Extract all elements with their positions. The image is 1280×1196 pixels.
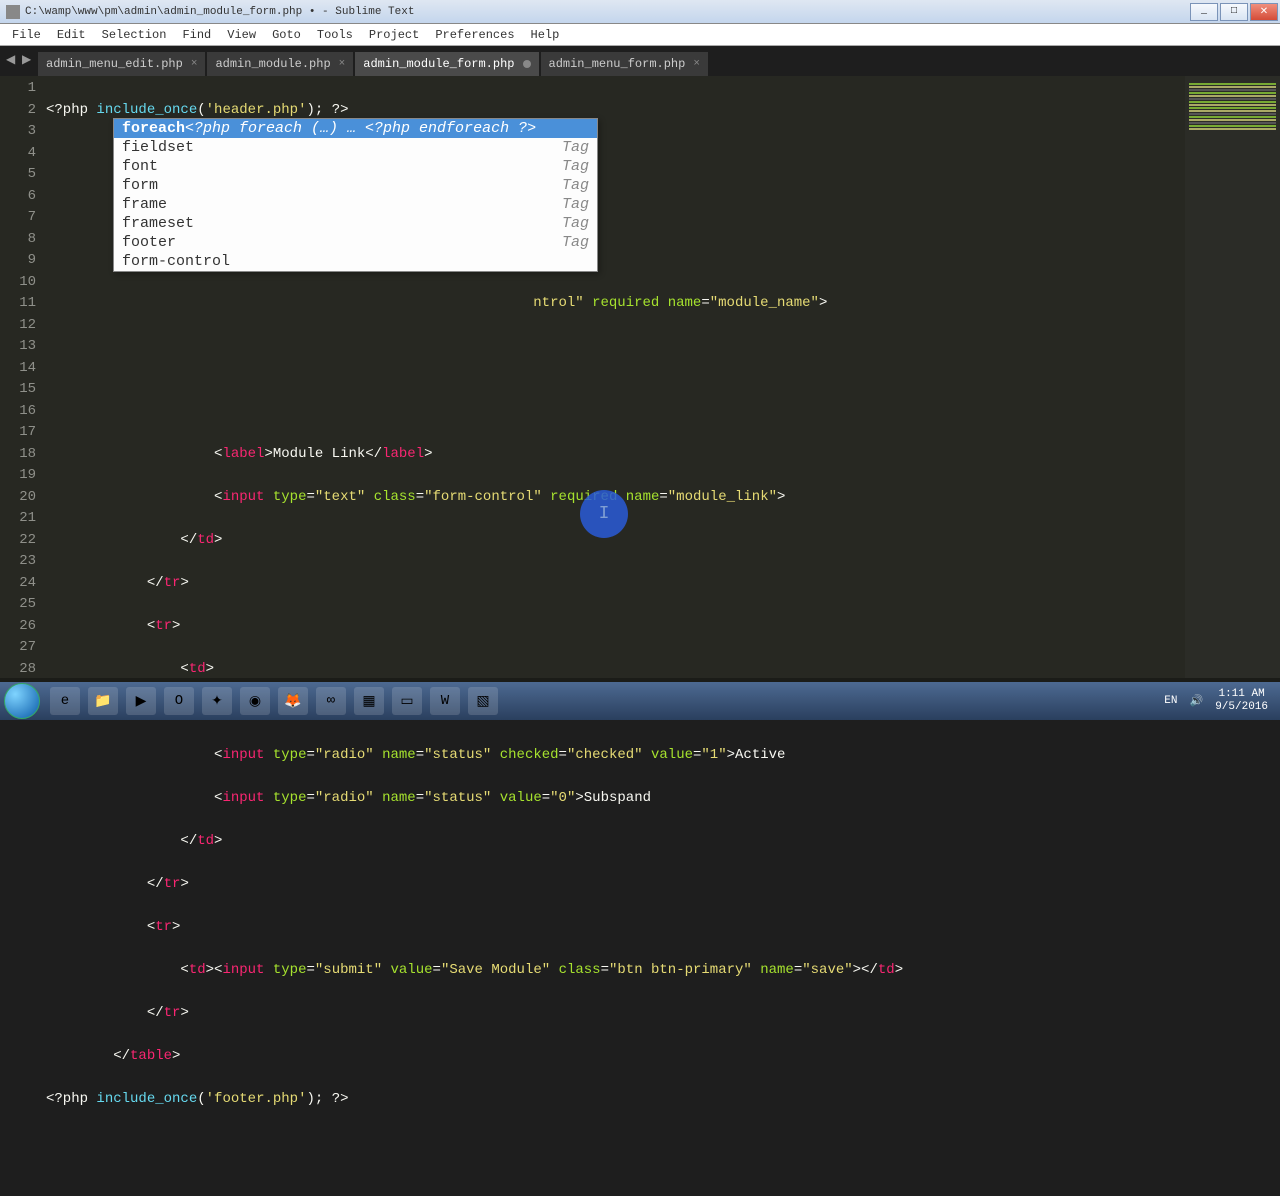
autocomplete-item[interactable]: form-control bbox=[114, 252, 597, 271]
tray-network-icon[interactable]: 🔊 bbox=[1189, 694, 1203, 708]
maximize-button[interactable]: □ bbox=[1220, 3, 1248, 21]
tab-0[interactable]: admin_menu_edit.php× bbox=[38, 52, 205, 76]
window-title: C:\wamp\www\pm\admin\admin_module_form.p… bbox=[25, 6, 414, 18]
taskbar-explorer-icon[interactable]: 📁 bbox=[88, 687, 118, 715]
taskbar: e 📁 ▶ O ✦ ◉ 🦊 ∞ ▦ ▭ W ▧ EN 🔊 1:11 AM9/5/… bbox=[0, 682, 1280, 720]
taskbar-sublime-icon[interactable]: ▧ bbox=[468, 687, 498, 715]
menu-edit[interactable]: Edit bbox=[49, 26, 94, 44]
autocomplete-popup[interactable]: foreach<?php foreach (…) … <?php endfore… bbox=[113, 118, 598, 272]
tab-1[interactable]: admin_module.php× bbox=[207, 52, 353, 76]
tray-clock[interactable]: 1:11 AM9/5/2016 bbox=[1215, 688, 1268, 714]
menu-tools[interactable]: Tools bbox=[309, 26, 361, 44]
taskbar-firefox-icon[interactable]: 🦊 bbox=[278, 687, 308, 715]
taskbar-ie-icon[interactable]: e bbox=[50, 687, 80, 715]
menu-view[interactable]: View bbox=[219, 26, 264, 44]
taskbar-app-icon[interactable]: ✦ bbox=[202, 687, 232, 715]
tab-close-icon[interactable]: × bbox=[693, 58, 700, 70]
autocomplete-item[interactable]: frameTag bbox=[114, 195, 597, 214]
menu-find[interactable]: Find bbox=[174, 26, 219, 44]
taskbar-app2-icon[interactable]: ▦ bbox=[354, 687, 384, 715]
minimize-button[interactable]: _ bbox=[1190, 3, 1218, 21]
taskbar-chrome-icon[interactable]: ◉ bbox=[240, 687, 270, 715]
taskbar-notepad-icon[interactable]: ▭ bbox=[392, 687, 422, 715]
menu-file[interactable]: File bbox=[4, 26, 49, 44]
tab-close-icon[interactable]: × bbox=[339, 58, 346, 70]
menu-project[interactable]: Project bbox=[361, 26, 427, 44]
tab-3[interactable]: admin_menu_form.php× bbox=[541, 52, 708, 76]
autocomplete-item[interactable]: fontTag bbox=[114, 157, 597, 176]
taskbar-opera-icon[interactable]: O bbox=[164, 687, 194, 715]
tab-close-icon[interactable]: × bbox=[191, 58, 198, 70]
cursor-highlight-icon: I bbox=[580, 490, 628, 538]
app-icon bbox=[6, 5, 20, 19]
tab-strip: ◀▶ admin_menu_edit.php× admin_module.php… bbox=[0, 46, 1280, 76]
dirty-indicator-icon bbox=[523, 60, 531, 68]
tab-2[interactable]: admin_module_form.php bbox=[355, 52, 538, 76]
window-titlebar: C:\wamp\www\pm\admin\admin_module_form.p… bbox=[0, 0, 1280, 24]
taskbar-wamp-icon[interactable]: W bbox=[430, 687, 460, 715]
menu-preferences[interactable]: Preferences bbox=[427, 26, 522, 44]
taskbar-vs-icon[interactable]: ∞ bbox=[316, 687, 346, 715]
nav-back-icon[interactable]: ◀ bbox=[6, 52, 20, 66]
minimap[interactable] bbox=[1185, 76, 1280, 678]
autocomplete-item[interactable]: formTag bbox=[114, 176, 597, 195]
menu-selection[interactable]: Selection bbox=[94, 26, 175, 44]
start-orb-icon[interactable] bbox=[4, 683, 40, 719]
autocomplete-item[interactable]: footerTag bbox=[114, 233, 597, 252]
autocomplete-item[interactable]: foreach<?php foreach (…) … <?php endfore… bbox=[114, 119, 597, 138]
close-button[interactable]: ✕ bbox=[1250, 3, 1278, 21]
autocomplete-item[interactable]: framesetTag bbox=[114, 214, 597, 233]
taskbar-media-icon[interactable]: ▶ bbox=[126, 687, 156, 715]
menu-bar: File Edit Selection Find View Goto Tools… bbox=[0, 24, 1280, 46]
menu-goto[interactable]: Goto bbox=[264, 26, 309, 44]
menu-help[interactable]: Help bbox=[523, 26, 568, 44]
nav-fwd-icon[interactable]: ▶ bbox=[22, 52, 36, 66]
tray-lang[interactable]: EN bbox=[1164, 695, 1177, 707]
line-number-gutter: 1234567891011121314151617181920212223242… bbox=[0, 76, 46, 678]
autocomplete-item[interactable]: fieldsetTag bbox=[114, 138, 597, 157]
